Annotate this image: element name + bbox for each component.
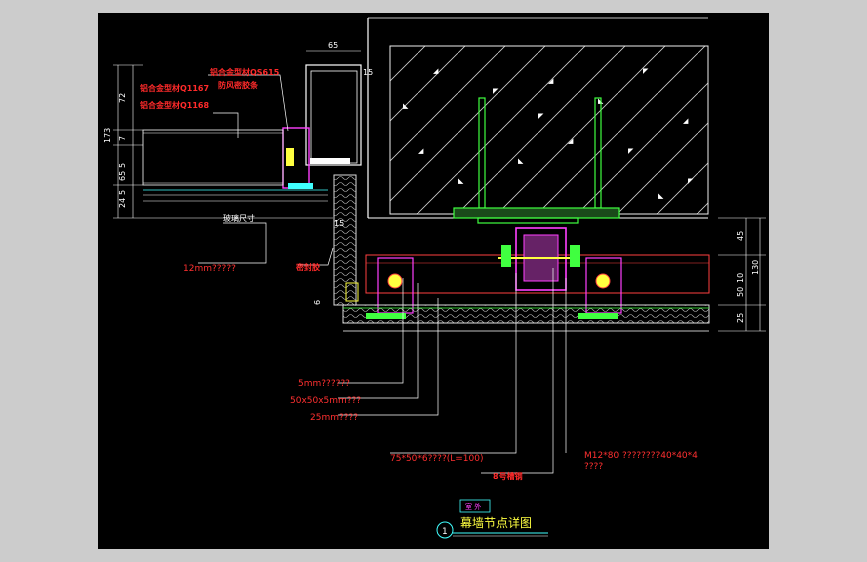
svg-text:◤: ◤: [643, 67, 649, 75]
label-al-profile-q1168: 铝合金型材Q1168: [140, 100, 209, 110]
svg-text:◢: ◢: [548, 77, 554, 85]
dim-45: 45: [736, 231, 745, 241]
cad-drawing: ◢◣◤ ◢◣◤ ◢◣◤ ◢◣ ◤ ◢◣◤ 72 173 7 5 65 24 5 …: [103, 17, 766, 539]
label-5mm: 5mm??????: [298, 379, 350, 389]
label-sealant-strip: 防风密胶条: [218, 80, 259, 90]
svg-text:◣: ◣: [458, 177, 464, 185]
label-75x50: 75*50*6????(L=100): [390, 454, 484, 464]
dim-72: 72: [118, 93, 127, 103]
dim-50: 50: [736, 287, 745, 297]
dim-25: 25: [736, 313, 745, 323]
svg-text:◢: ◢: [568, 137, 574, 145]
dim-5b: 5: [118, 190, 127, 195]
svg-text:◣: ◣: [658, 192, 664, 200]
label-seal-strip: 密封胶: [295, 262, 320, 272]
label-m12-a: M12*80 ????????40*40*4: [584, 451, 698, 461]
svg-text:◤: ◤: [628, 147, 634, 155]
concrete-wall: ◢◣◤ ◢◣◤ ◢◣◤ ◢◣ ◤ ◢◣◤: [367, 17, 709, 219]
dim-7: 7: [118, 136, 127, 141]
dim-6: 6: [313, 300, 322, 305]
dim-173: 173: [103, 128, 112, 143]
dim-5a: 5: [118, 163, 127, 168]
label-al-profile-qs615: 铝合金型材QS615: [210, 67, 280, 77]
svg-text:◢: ◢: [418, 147, 424, 155]
label-glass-size: 玻璃尺寸: [223, 213, 255, 223]
dim-65-top: 65: [328, 41, 338, 50]
drawing-title: 幕墙节点详图: [460, 515, 532, 530]
steel-channel: [365, 227, 710, 314]
drawing-canvas: ◢ ◣ ◤ ◢ ◣ ◤ ◢ ◣ ◤ ◢ ◣ ◤ ◢ ◣ ◤ 72 173 7 5…: [98, 13, 769, 549]
dim-65: 65: [118, 171, 127, 181]
svg-text:◢: ◢: [683, 117, 689, 125]
dim-24: 24: [118, 198, 127, 208]
dim-15a: 15: [363, 68, 373, 77]
label-25mm: 25mm????: [310, 413, 358, 423]
svg-text:◣: ◣: [518, 157, 524, 165]
label-al-profile-q1167: 铝合金型材Q1167: [140, 83, 209, 93]
label-50x50x5mm: 50x50x5mm???: [290, 396, 361, 406]
cladding-panel: [342, 304, 710, 332]
title-block: 室 外 1 幕墙节点详图: [436, 499, 548, 539]
svg-text:◤: ◤: [688, 177, 694, 185]
dim-15b: 15: [334, 219, 344, 228]
svg-text:◣: ◣: [403, 102, 409, 110]
label-glass-12mm: 12mm?????: [183, 264, 236, 274]
svg-text:◤: ◤: [493, 87, 499, 95]
dim-10: 10: [736, 273, 745, 283]
label-m12-b: ????: [584, 462, 603, 472]
label-exterior-tag: 室 外: [465, 502, 481, 511]
svg-text:◢: ◢: [433, 67, 439, 75]
svg-text:◤: ◤: [538, 112, 544, 120]
drawing-number: 1: [442, 527, 448, 537]
dim-130: 130: [751, 260, 760, 275]
label-8-steel: 8号槽钢: [493, 471, 523, 481]
